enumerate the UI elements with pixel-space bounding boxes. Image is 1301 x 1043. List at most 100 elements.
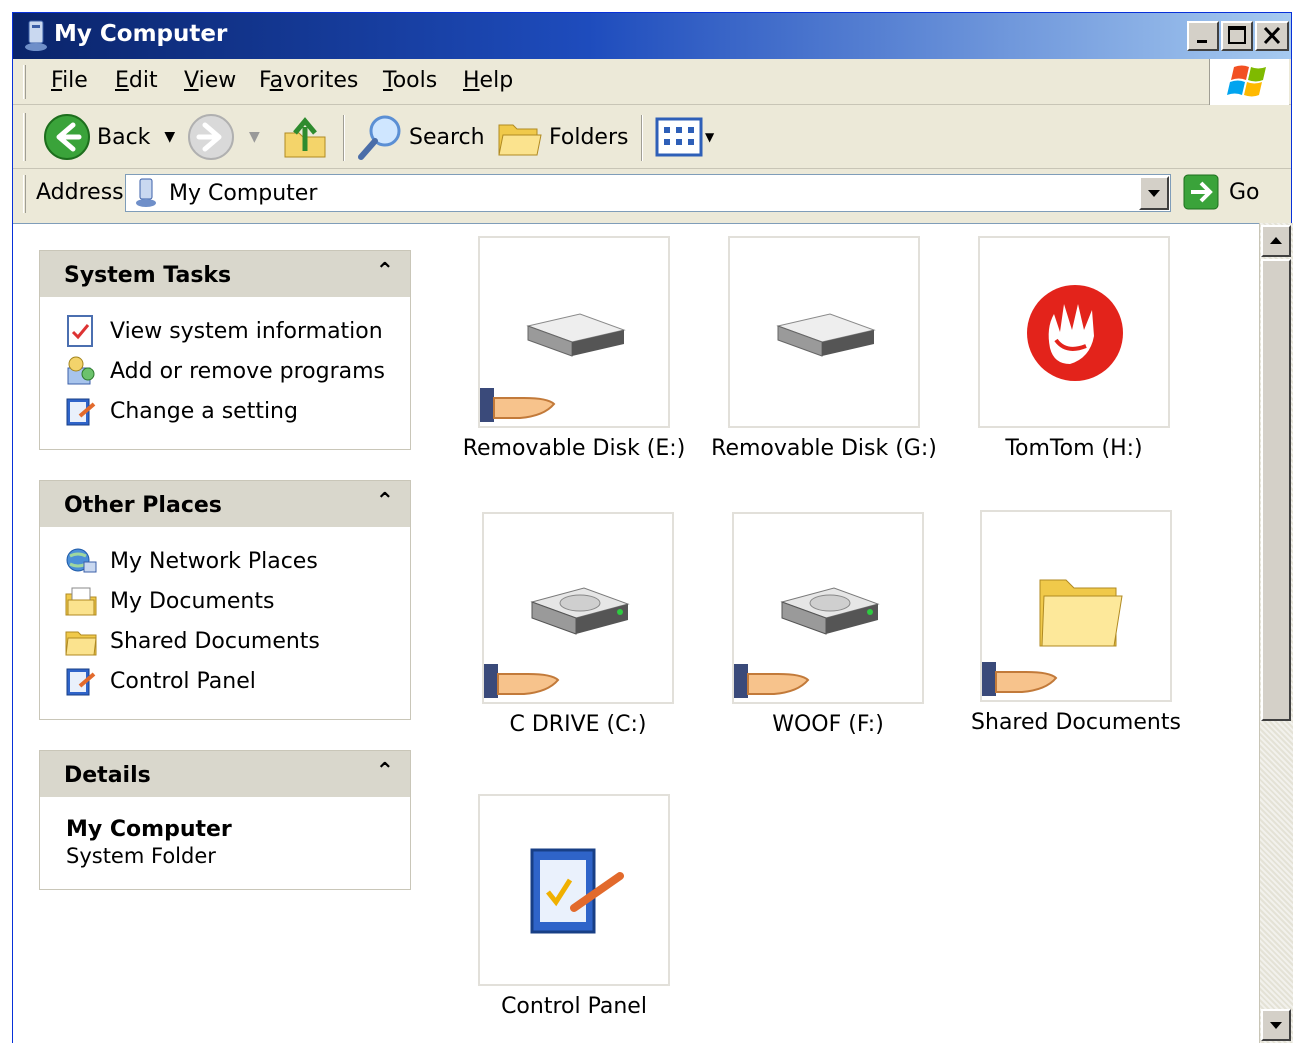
address-label: Address (36, 180, 124, 205)
go-arrow-icon (1183, 174, 1219, 210)
drive-removable-g[interactable]: Removable Disk (G:) (699, 236, 949, 461)
folder-icon (1039, 579, 1123, 647)
maximize-button[interactable] (1221, 21, 1253, 51)
drive-tomtom-h[interactable]: TomTom (H:) (949, 236, 1199, 461)
views-button[interactable]: ▼ (655, 105, 714, 169)
details-name: My Computer (66, 817, 232, 842)
tile (478, 236, 670, 428)
control-panel-icon (66, 398, 96, 426)
toolbar-separator (343, 115, 345, 161)
shared-hand-icon (734, 664, 810, 698)
title-bar[interactable]: My Computer (13, 13, 1291, 59)
vertical-scrollbar[interactable] (1259, 223, 1293, 1043)
menu-edit[interactable]: Edit (115, 68, 158, 93)
up-folder-button[interactable] (283, 105, 327, 169)
views-dropdown-icon[interactable]: ▼ (705, 130, 714, 144)
hard-drive-icon (530, 587, 630, 635)
menu-favorites[interactable]: Favorites (259, 68, 358, 93)
back-button[interactable]: Back ▼ (43, 105, 175, 169)
task-view-system-information[interactable]: View system information (40, 311, 410, 351)
drive-c[interactable]: C DRIVE (C:) (453, 512, 703, 737)
shared-hand-icon (484, 664, 560, 698)
control-panel-icon (530, 848, 624, 934)
content-area: System Tasks ⌃ View system information A… (13, 223, 1259, 1043)
details-type: System Folder (66, 844, 216, 868)
details-pane: Details ⌃ My Computer System Folder (39, 750, 411, 890)
system-tasks-pane: System Tasks ⌃ View system information A… (39, 250, 411, 450)
address-input[interactable]: My Computer (125, 174, 1171, 212)
folder-icon (65, 631, 97, 656)
address-dropdown-button[interactable] (1139, 176, 1169, 210)
explorer-window: My Computer File Edit View Favorites Too… (12, 12, 1293, 1043)
removable-disk-icon (776, 313, 876, 357)
menu-view[interactable]: View (184, 68, 236, 93)
scroll-down-button[interactable] (1261, 1009, 1291, 1041)
close-button[interactable] (1255, 21, 1289, 51)
task-add-remove-programs[interactable]: Add or remove programs (40, 351, 410, 391)
scroll-up-button[interactable] (1261, 225, 1291, 257)
address-bar: Address My Computer Go (13, 169, 1291, 219)
tile (478, 794, 670, 986)
forward-arrow-icon (188, 114, 234, 160)
other-places-header[interactable]: Other Places ⌃ (40, 481, 410, 527)
item-control-panel[interactable]: Control Panel (449, 794, 699, 1019)
tile (978, 236, 1170, 428)
drive-woof-f[interactable]: WOOF (F:) (703, 512, 953, 737)
place-control-panel[interactable]: Control Panel (40, 661, 410, 701)
address-value: My Computer (169, 181, 318, 206)
toolbar-grip (23, 113, 26, 161)
menu-grip (23, 65, 26, 99)
collapse-chevron-icon[interactable]: ⌃ (376, 489, 394, 514)
task-change-a-setting[interactable]: Change a setting (40, 391, 410, 431)
other-places-pane: Other Places ⌃ My Network Places My Docu… (39, 480, 411, 720)
my-computer-icon (136, 178, 156, 207)
menu-file[interactable]: File (51, 68, 88, 93)
tile (980, 510, 1172, 702)
shared-hand-icon (982, 662, 1058, 696)
menu-help[interactable]: Help (463, 68, 513, 93)
details-header[interactable]: Details ⌃ (40, 751, 410, 797)
collapse-chevron-icon[interactable]: ⌃ (376, 759, 394, 784)
control-panel-icon (66, 668, 96, 696)
windows-logo (1209, 59, 1289, 105)
scroll-thumb[interactable] (1261, 259, 1291, 721)
standard-toolbar: Back ▼ ▼ Search Folders ▼ (13, 105, 1291, 169)
menu-bar: File Edit View Favorites Tools Help (13, 59, 1291, 105)
tile (482, 512, 674, 704)
search-button[interactable]: Search (357, 105, 485, 169)
add-remove-programs-icon (67, 356, 95, 385)
place-my-network-places[interactable]: My Network Places (40, 541, 410, 581)
system-information-icon (67, 315, 93, 347)
removable-disk-icon (526, 313, 626, 357)
forward-dropdown-icon[interactable]: ▼ (249, 129, 260, 145)
views-icon (655, 117, 703, 157)
tomtom-icon (1027, 285, 1123, 381)
my-documents-icon (65, 587, 97, 616)
window-title: My Computer (54, 21, 228, 47)
back-arrow-icon (44, 114, 90, 160)
collapse-chevron-icon[interactable]: ⌃ (376, 259, 394, 284)
shared-hand-icon (480, 388, 556, 422)
folders-icon (498, 124, 542, 156)
my-computer-icon (25, 20, 47, 51)
back-dropdown-icon[interactable]: ▼ (164, 129, 175, 145)
toolbar-separator (641, 115, 643, 161)
place-shared-documents[interactable]: Shared Documents (40, 621, 410, 661)
hard-drive-icon (780, 587, 880, 635)
forward-button[interactable]: ▼ (187, 105, 260, 169)
tile (728, 236, 920, 428)
tile (732, 512, 924, 704)
network-places-icon (66, 548, 97, 573)
search-icon (358, 115, 401, 160)
menu-tools[interactable]: Tools (383, 68, 437, 93)
folders-button[interactable]: Folders (497, 105, 628, 169)
folder-shared-documents[interactable]: Shared Documents (951, 510, 1201, 735)
place-my-documents[interactable]: My Documents (40, 581, 410, 621)
address-grip (23, 175, 26, 213)
up-folder-icon (284, 117, 326, 158)
minimize-button[interactable] (1187, 21, 1219, 51)
drive-removable-e[interactable]: Removable Disk (E:) (449, 236, 699, 461)
windows-flag-icon (1227, 65, 1266, 97)
system-tasks-header[interactable]: System Tasks ⌃ (40, 251, 410, 297)
go-button[interactable]: Go (1183, 174, 1260, 210)
